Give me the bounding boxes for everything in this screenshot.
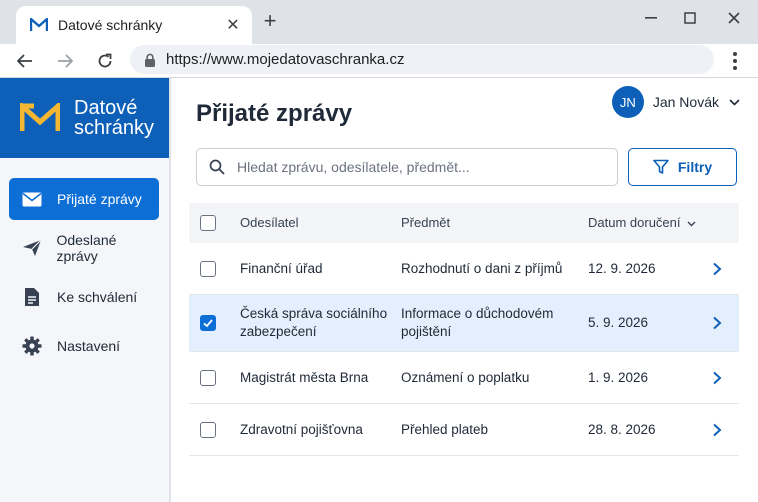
filter-icon (653, 159, 669, 174)
brand-name: Datové schránky (74, 97, 155, 139)
chevron-right-icon[interactable] (711, 316, 723, 330)
sidebar-item-label: Přijaté zprávy (57, 191, 142, 207)
row-subject: Informace o důchodovém pojištění (401, 306, 554, 339)
row-date: 28. 8. 2026 (588, 421, 656, 437)
chevron-right-icon[interactable] (711, 423, 723, 437)
close-tab-icon[interactable]: ✕ (224, 15, 242, 35)
sidebar-item-settings[interactable]: Nastavení (9, 325, 159, 367)
minimize-window-icon[interactable] (639, 8, 663, 28)
address-bar[interactable]: https://www.mojedatovaschranka.cz (130, 45, 714, 74)
sidebar-item-inbox[interactable]: Přijaté zprávy (9, 178, 159, 220)
row-sender: Česká správa sociálního zabezpečení (240, 306, 388, 339)
chevron-right-icon[interactable] (711, 371, 723, 385)
reload-icon[interactable] (92, 48, 118, 74)
sidebar-item-sent[interactable]: Odeslané zprávy (9, 227, 159, 269)
sidebar-nav: Přijaté zprávy Odeslané zprávy Ke schvál… (0, 158, 169, 367)
close-window-icon[interactable] (722, 8, 746, 28)
column-header-date[interactable]: Datum doručení (588, 214, 696, 232)
row-date: 1. 9. 2026 (588, 369, 649, 385)
document-icon (21, 287, 43, 307)
row-sender: Zdravotní pojišťovna (240, 421, 363, 437)
row-subject: Rozhodnutí o dani z příjmů (401, 260, 563, 276)
envelope-icon (21, 189, 43, 209)
chevron-right-icon[interactable] (711, 262, 723, 276)
logo-icon (20, 103, 60, 131)
search-input[interactable] (237, 159, 597, 175)
sort-chevron-down-icon (687, 221, 695, 227)
sidebar-item-label: Ke schválení (57, 289, 138, 305)
sidebar: Datové schránky Přijaté zprávy Odeslané … (0, 78, 170, 502)
sidebar-item-approval[interactable]: Ke schválení (9, 276, 159, 318)
search-box[interactable] (196, 148, 618, 186)
datove-schranky-favicon-icon (30, 18, 48, 31)
sidebar-item-label: Odeslané zprávy (56, 232, 117, 264)
row-subject: Přehled plateb (401, 421, 489, 437)
chevron-down-icon (729, 98, 740, 106)
table-row[interactable]: Magistrát města Brna Oznámení o poplatku… (189, 352, 739, 404)
table-header: Odesílatel Předmět Datum doručení (189, 203, 739, 243)
avatar: JN (611, 86, 644, 118)
row-sender: Magistrát města Brna (240, 369, 369, 385)
row-subject: Oznámení o poplatku (401, 369, 530, 385)
browser-toolbar: https://www.mojedatovaschranka.cz (0, 44, 758, 78)
browser-menu-icon[interactable] (728, 50, 742, 72)
back-arrow-icon[interactable] (12, 48, 38, 74)
messages-table: Odesílatel Předmět Datum doručení Finanč… (189, 203, 739, 456)
search-icon (209, 159, 225, 175)
maximize-window-icon[interactable] (678, 8, 702, 28)
filter-label: Filtry (677, 159, 713, 175)
row-checkbox[interactable] (200, 315, 216, 331)
lock-icon (145, 53, 155, 67)
table-row[interactable]: Finanční úřad Rozhodnutí o dani z příjmů… (189, 243, 739, 295)
table-row[interactable]: Česká správa sociálního zabezpečení Info… (189, 295, 739, 352)
page-title: Přijaté zprávy (196, 100, 353, 127)
main-content: Přijaté zprávy JN Jan Novák Filtry Odesí… (171, 78, 758, 502)
gear-icon (21, 336, 43, 356)
sidebar-item-label: Nastavení (57, 338, 121, 354)
column-header-sender[interactable]: Odesílatel (240, 214, 390, 232)
column-header-subject[interactable]: Předmět (401, 214, 571, 232)
row-sender: Finanční úřad (240, 260, 323, 276)
select-all-checkbox[interactable] (200, 215, 216, 231)
user-name: Jan Novák (652, 94, 719, 110)
browser-tab[interactable]: Datové schránky ✕ (16, 6, 252, 44)
row-checkbox[interactable] (200, 260, 216, 277)
row-checkbox[interactable] (200, 369, 216, 386)
checkmark-icon (203, 319, 213, 328)
browser-tab-title: Datové schránky (58, 17, 163, 33)
row-date: 12. 9. 2026 (588, 260, 656, 276)
paper-plane-icon (21, 238, 42, 258)
row-date: 5. 9. 2026 (588, 315, 649, 330)
user-menu[interactable]: JN Jan Novák (611, 86, 740, 118)
filter-button[interactable]: Filtry (628, 148, 737, 186)
table-row[interactable]: Zdravotní pojišťovna Přehled plateb 28. … (189, 404, 739, 456)
row-checkbox[interactable] (200, 421, 216, 438)
browser-tab-strip: Datové schránky ✕ + (0, 0, 758, 44)
brand-header[interactable]: Datové schránky (0, 78, 169, 158)
forward-arrow-icon[interactable] (52, 48, 78, 74)
url-text: https://www.mojedatovaschranka.cz (166, 51, 405, 68)
new-tab-icon[interactable]: + (258, 10, 282, 34)
